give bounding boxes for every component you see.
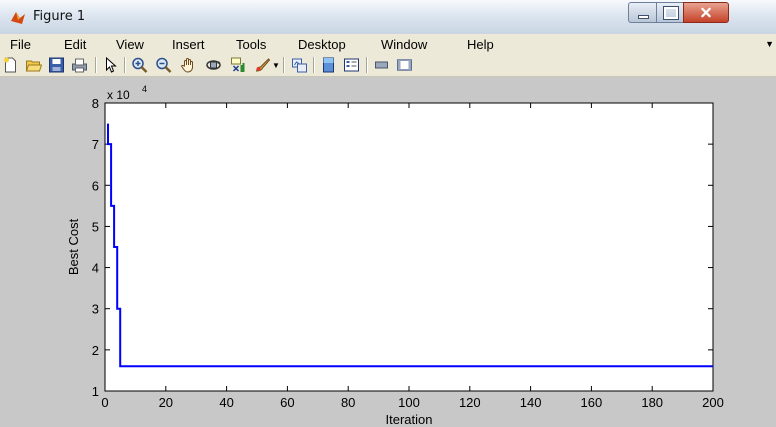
- maximize-button[interactable]: [656, 2, 684, 23]
- toolbar-separator: [124, 57, 126, 73]
- rotate-3d-icon[interactable]: [205, 57, 222, 73]
- zoom-out-icon[interactable]: [155, 57, 172, 73]
- close-button[interactable]: [683, 2, 729, 23]
- menu-desktop[interactable]: Desktop: [298, 37, 346, 52]
- brush-dropdown-icon[interactable]: ▼: [272, 61, 280, 70]
- x-tick-label: 60: [280, 395, 294, 410]
- y-tick-label: 1: [92, 384, 99, 399]
- axes-box: [104, 102, 714, 392]
- menu-view[interactable]: View: [116, 37, 144, 52]
- window-title: Figure 1: [33, 9, 86, 24]
- colorbar-icon[interactable]: [320, 57, 337, 73]
- y-exponent-power: 4: [142, 84, 147, 94]
- close-icon: [701, 7, 711, 18]
- menu-bar: File Edit View Insert Tools Desktop Wind…: [0, 34, 776, 54]
- y-tick-label: 6: [92, 178, 99, 193]
- x-tick-label: 160: [581, 395, 603, 410]
- x-tick-label: 100: [398, 395, 420, 410]
- save-icon[interactable]: [48, 57, 65, 73]
- x-tick-label: 20: [159, 395, 173, 410]
- pan-icon[interactable]: [180, 57, 197, 73]
- x-tick-label: 80: [341, 395, 355, 410]
- figure-canvas[interactable]: 1 2 3 4 5 6 7 8 0 20 40 60 80 100 120 140 160 180 200 x 1…: [0, 77, 776, 427]
- x-tick-label: 140: [520, 395, 542, 410]
- y-tick-label: 3: [92, 302, 99, 317]
- toolbar-separator: [313, 57, 315, 73]
- x-tick-label: 0: [101, 395, 108, 410]
- window-titlebar: Figure 1: [0, 0, 776, 35]
- y-tick-label: 7: [92, 137, 99, 152]
- menu-edit[interactable]: Edit: [64, 37, 86, 52]
- pointer-icon[interactable]: [102, 57, 119, 73]
- x-tick-label: 200: [702, 395, 724, 410]
- minimize-button[interactable]: [628, 2, 657, 23]
- toolbar-separator: [283, 57, 285, 73]
- minimize-icon: [638, 15, 649, 19]
- y-tick-label: 4: [92, 261, 99, 276]
- y-tick-label: 2: [92, 343, 99, 358]
- x-axis-label: Iteration: [386, 412, 433, 427]
- y-tick-label: 8: [92, 96, 99, 111]
- open-file-icon[interactable]: [25, 57, 42, 73]
- matlab-logo-icon: [11, 12, 25, 24]
- show-plot-tools-icon[interactable]: [396, 57, 413, 73]
- x-tick-label: 120: [459, 395, 481, 410]
- data-cursor-icon[interactable]: [230, 57, 247, 73]
- link-plot-icon[interactable]: [291, 57, 308, 73]
- figure-toolbar: ▼: [0, 54, 776, 77]
- y-tick-label: 5: [92, 219, 99, 234]
- new-figure-icon[interactable]: [2, 57, 19, 73]
- maximize-icon: [663, 6, 679, 20]
- zoom-in-icon[interactable]: [131, 57, 148, 73]
- toolbar-separator: [95, 57, 97, 73]
- print-icon[interactable]: [71, 57, 88, 73]
- menu-overflow-icon[interactable]: ▼: [765, 39, 774, 49]
- toolbar-separator: [366, 57, 368, 73]
- menu-insert[interactable]: Insert: [172, 37, 205, 52]
- legend-icon[interactable]: [343, 57, 360, 73]
- plot-area[interactable]: 1 2 3 4 5 6 7 8 0 20 40 60 80 100 120 140 160 180 200 x 1…: [0, 77, 776, 427]
- brush-icon[interactable]: [254, 57, 271, 73]
- x-tick-label: 180: [641, 395, 663, 410]
- x-tick-label: 40: [219, 395, 233, 410]
- menu-window[interactable]: Window: [381, 37, 427, 52]
- menu-tools[interactable]: Tools: [236, 37, 266, 52]
- y-axis-label: Best Cost: [66, 218, 81, 275]
- menu-help[interactable]: Help: [467, 37, 494, 52]
- y-exponent-label: x 10: [107, 88, 130, 102]
- hide-plot-tools-icon[interactable]: [373, 57, 390, 73]
- menu-file[interactable]: File: [10, 37, 31, 52]
